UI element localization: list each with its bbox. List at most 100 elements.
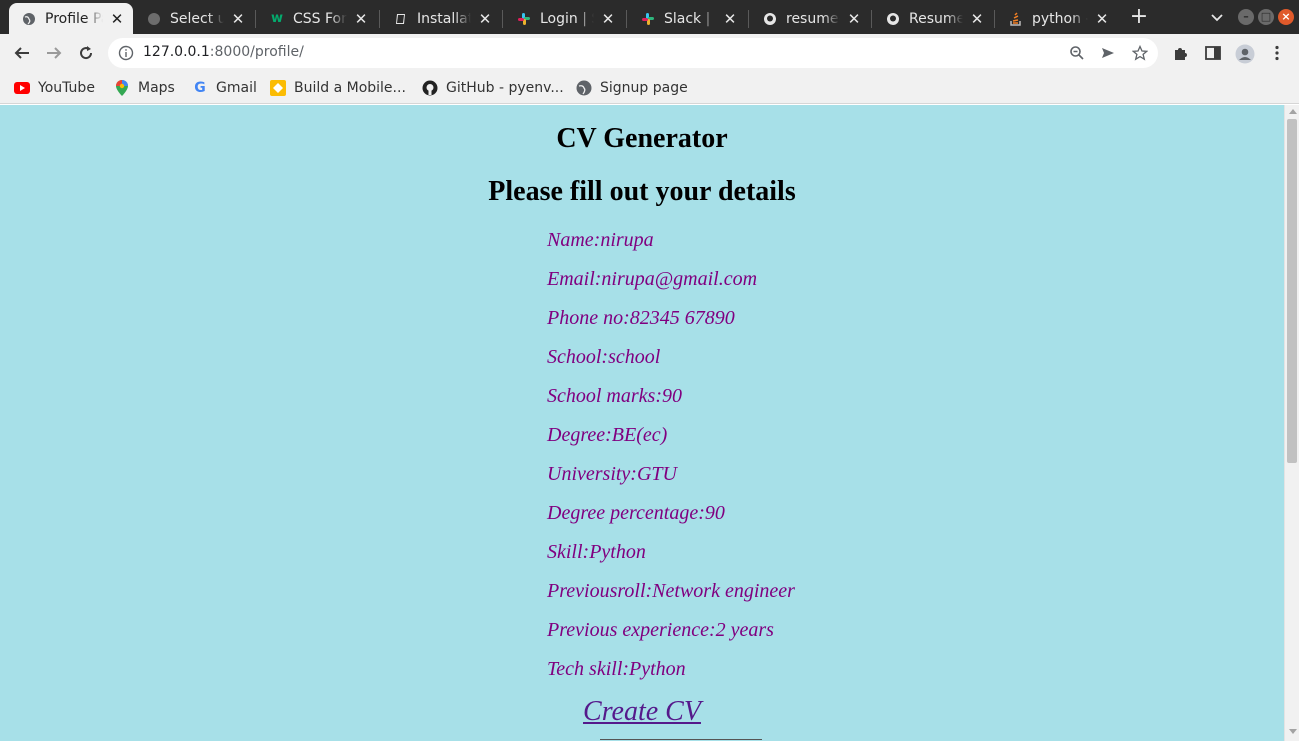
tab-resume-builder[interactable]: resume-builder ✕ <box>750 3 870 34</box>
page-viewport: CV Generator Please fill out your detail… <box>0 105 1284 741</box>
bookmark-label: Signup page <box>600 80 688 96</box>
globe-icon <box>146 11 162 27</box>
send-icon[interactable] <box>1100 45 1116 61</box>
tab-resume[interactable]: Resume ✕ <box>873 3 993 34</box>
bookmark-label: Gmail <box>216 80 257 96</box>
bookmark-label: YouTube <box>38 80 95 96</box>
bookmark-signup-page[interactable]: Signup page <box>576 78 688 98</box>
tab-label: Installation <box>417 10 471 27</box>
globe-icon <box>576 80 592 96</box>
bookmark-label: Build a Mobile... <box>294 80 406 96</box>
scroll-up-arrow-icon[interactable] <box>1289 109 1297 114</box>
side-panel-icon[interactable] <box>1204 44 1222 62</box>
create-cv-container: Create CV <box>0 696 1284 728</box>
bookmark-app-icon <box>270 80 286 96</box>
bookmark-maps[interactable]: Maps <box>114 78 175 98</box>
extensions-puzzle-icon[interactable] <box>1172 44 1190 62</box>
close-tab-icon[interactable]: ✕ <box>477 11 493 27</box>
tab-separator <box>748 10 749 28</box>
profile-avatar-icon[interactable] <box>1235 44 1255 64</box>
tab-label: Login | Slack <box>540 10 594 27</box>
tab-separator <box>379 10 380 28</box>
tab-python[interactable]: python - ✕ <box>996 3 1118 34</box>
slack-icon <box>640 11 656 27</box>
tab-label: Resume <box>909 10 963 27</box>
close-tab-icon[interactable]: ✕ <box>1094 11 1110 27</box>
details-list: Name:nirupa Email:nirupa@gmail.com Phone… <box>547 229 795 697</box>
github-icon <box>885 11 901 27</box>
bookmark-github-pyenv[interactable]: GitHub - pyenv... <box>422 78 564 98</box>
back-button[interactable] <box>10 41 34 65</box>
bookmarks-bar: YouTube Maps G Gmail Build a Mobile... G… <box>0 72 1299 104</box>
back-arrow-icon <box>14 47 29 59</box>
bookmark-label: Maps <box>138 80 175 96</box>
bookmark-star-icon[interactable] <box>1131 44 1149 61</box>
github-icon <box>422 80 438 96</box>
forward-button[interactable] <box>42 41 66 65</box>
detail-tech-skill: Tech skill:Python <box>547 658 686 680</box>
tab-separator <box>871 10 872 28</box>
url-path: :8000/profile/ <box>209 44 304 60</box>
tab-search-chevron-icon[interactable] <box>1208 8 1226 26</box>
tab-login-slack[interactable]: Login | Slack ✕ <box>504 3 624 34</box>
zoom-icon[interactable] <box>1069 45 1085 61</box>
slack-icon <box>516 11 532 27</box>
reload-button[interactable] <box>74 41 98 65</box>
detail-degree: Degree:BE(ec) <box>547 424 668 446</box>
github-icon <box>762 11 778 27</box>
detail-previous-role: Previousroll:Network engineer <box>547 580 795 602</box>
url-host: 127.0.0.1 <box>143 44 210 60</box>
tab-label: Select user <box>170 10 224 27</box>
address-bar[interactable]: 127.0.0.1:8000/profile/ <box>108 38 1158 68</box>
reload-icon <box>80 46 93 60</box>
tab-separator <box>255 10 256 28</box>
tab-select-user[interactable]: Select user ✕ <box>134 3 254 34</box>
globe-icon <box>21 11 37 27</box>
close-window-button[interactable]: × <box>1278 9 1294 25</box>
bookmark-gmail[interactable]: G Gmail <box>192 78 257 98</box>
site-info-icon[interactable] <box>118 45 134 61</box>
tab-strip: Profile Page ✕ Select user ✕ w CSS Fonts… <box>0 0 1299 34</box>
detail-email: Email:nirupa@gmail.com <box>547 268 758 290</box>
tab-slack-kod[interactable]: Slack | Kod ✕ <box>628 3 746 34</box>
tab-profile-page[interactable]: Profile Page ✕ <box>9 3 133 34</box>
tab-label: CSS Fonts <box>293 10 347 27</box>
scroll-down-arrow-icon[interactable] <box>1289 729 1297 734</box>
close-tab-icon[interactable]: ✕ <box>846 11 862 27</box>
tab-separator <box>994 10 995 28</box>
youtube-icon <box>14 80 30 96</box>
scroll-thumb[interactable] <box>1287 119 1297 463</box>
url-text: 127.0.0.1:8000/profile/ <box>143 44 304 60</box>
bookmark-build-mobile[interactable]: Build a Mobile... <box>270 78 406 98</box>
new-tab-button[interactable]: + <box>1128 6 1150 28</box>
detail-degree-percentage: Degree percentage:90 <box>547 502 725 524</box>
close-tab-icon[interactable]: ✕ <box>109 11 125 27</box>
menu-kebab-icon[interactable] <box>1268 44 1286 62</box>
tab-label: python - <box>1032 10 1088 27</box>
page-subtitle: Please fill out your details <box>488 176 796 207</box>
detail-previous-experience: Previous experience:2 years <box>547 619 774 641</box>
tab-separator <box>626 10 627 28</box>
close-tab-icon[interactable]: ✕ <box>722 11 738 27</box>
detail-name: Name:nirupa <box>547 229 654 251</box>
tab-installation[interactable]: Installation ✕ <box>381 3 501 34</box>
minimize-button[interactable]: – <box>1238 9 1254 25</box>
page-scrollbar[interactable] <box>1284 105 1299 741</box>
close-tab-icon[interactable]: ✕ <box>969 11 985 27</box>
w3schools-icon: w <box>270 11 283 26</box>
bookmark-youtube[interactable]: YouTube <box>14 78 95 98</box>
tab-css-fonts[interactable]: w CSS Fonts ✕ <box>257 3 377 34</box>
detail-university: University:GTU <box>547 463 677 485</box>
maximize-button[interactable]: □ <box>1258 9 1274 25</box>
tab-label: resume-builder <box>786 10 840 27</box>
close-tab-icon[interactable]: ✕ <box>230 11 246 27</box>
close-tab-icon[interactable]: ✕ <box>353 11 369 27</box>
close-tab-icon[interactable]: ✕ <box>600 11 616 27</box>
detail-skill: Skill:Python <box>547 541 646 563</box>
google-icon: G <box>194 80 206 96</box>
page-title: CV Generator <box>556 123 728 154</box>
tab-label: Profile Page <box>45 10 103 27</box>
create-cv-link[interactable]: Create CV <box>583 696 701 727</box>
stackoverflow-icon <box>1008 11 1024 27</box>
tab-separator <box>502 10 503 28</box>
